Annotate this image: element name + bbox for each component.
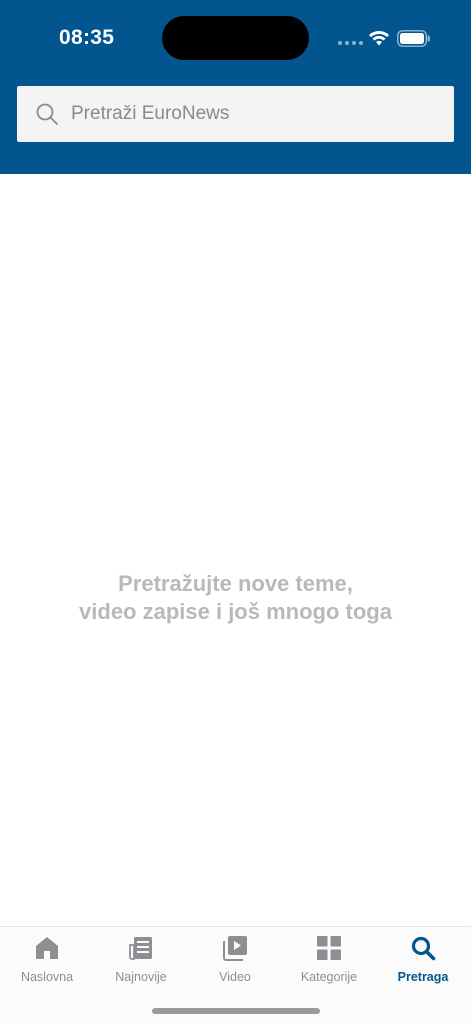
- tab-video[interactable]: Video: [188, 935, 282, 995]
- empty-state-line-2: video zapise i još mnogo toga: [79, 599, 392, 624]
- tab-label-kategorije: Kategorije: [300, 970, 358, 984]
- grid-icon: [317, 936, 341, 960]
- search-icon: [411, 936, 436, 961]
- tab-label-video: Video: [219, 970, 251, 984]
- search-input[interactable]: [71, 103, 411, 125]
- newspaper-icon: [129, 937, 152, 960]
- dynamic-island: [162, 16, 309, 60]
- tab-kategorije[interactable]: Kategorije: [282, 935, 376, 995]
- tab-label-pretraga: Pretraga: [397, 970, 449, 984]
- header: 08:35: [0, 0, 471, 174]
- battery-icon: [397, 30, 430, 47]
- home-indicator[interactable]: [152, 1008, 320, 1014]
- tab-label-najnovije: Najnovije: [115, 970, 167, 984]
- empty-state-message: Pretražujte nove teme, video zapise i jo…: [0, 570, 471, 626]
- screen: 08:35 Pretražujte nove teme, video zapis…: [0, 0, 471, 1024]
- home-icon: [36, 937, 58, 959]
- video-icon: [223, 936, 247, 961]
- status-time: 08:35: [59, 26, 115, 49]
- search-icon: [36, 103, 58, 125]
- tab-najnovije[interactable]: Najnovije: [94, 935, 188, 995]
- cellular-signal-icon: [338, 41, 363, 45]
- search-bar[interactable]: [17, 86, 454, 142]
- tab-label-naslovna: Naslovna: [20, 970, 74, 984]
- tab-naslovna[interactable]: Naslovna: [0, 935, 94, 995]
- wifi-icon: [369, 31, 389, 46]
- empty-state-line-1: Pretražujte nove teme,: [118, 571, 353, 596]
- tab-pretraga[interactable]: Pretraga: [376, 935, 470, 995]
